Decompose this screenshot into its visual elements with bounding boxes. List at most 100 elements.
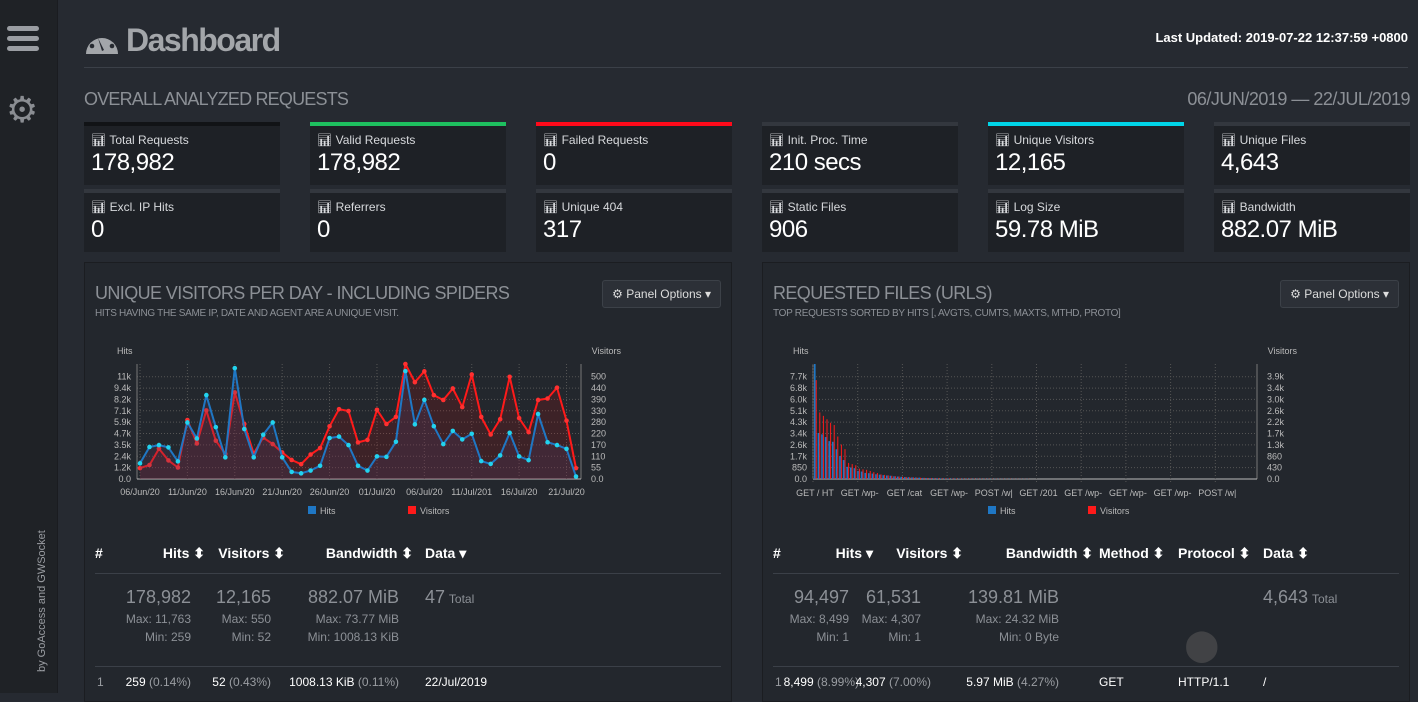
point-hits	[432, 424, 437, 429]
stat-card: 📊︎ Bandwidth882.07 MiB	[1214, 189, 1410, 252]
point-visitors	[432, 393, 437, 398]
hamburger-icon[interactable]	[7, 26, 39, 56]
stat-label: Unique Visitors	[1014, 133, 1094, 147]
title-text: Dashboard	[126, 22, 280, 59]
point-hits	[507, 431, 512, 436]
bar-hits	[893, 476, 895, 479]
panel-options-button[interactable]: ⚙ Panel Options ▾	[1280, 280, 1399, 308]
y-tick-label: 2.6k	[790, 440, 808, 450]
files-panel: REQUESTED FILES (URLS) TOP REQUESTS SORT…	[762, 262, 1410, 702]
stat-card: 📊︎ Init. Proc. Time210 secs	[762, 122, 958, 185]
y2-tick-label: 110	[591, 451, 605, 461]
total-value: 47	[425, 587, 445, 607]
stat-card: 📊︎ Referrers0	[310, 189, 506, 252]
cell-percent: (4.27%)	[1017, 675, 1059, 689]
divider	[773, 573, 1399, 574]
point-visitors	[488, 432, 493, 437]
divider	[773, 666, 1399, 667]
column-header[interactable]: Data ⬍	[1263, 545, 1323, 562]
bar-hits	[839, 456, 841, 479]
column-header[interactable]: #	[95, 545, 115, 561]
summary-hits: 178,982Max: 11,763Min: 259	[126, 587, 191, 644]
point-visitors	[308, 452, 313, 457]
column-header[interactable]: Method ⬍	[1099, 545, 1169, 562]
bar-hits	[911, 477, 913, 479]
y-tick-label: 0.0	[118, 474, 131, 484]
column-header[interactable]: #	[773, 545, 793, 561]
point-hits	[441, 442, 446, 447]
bar-visitors	[917, 478, 918, 479]
point-hits	[251, 455, 256, 460]
x-tick-label: GET /wp-	[930, 488, 968, 498]
legend-swatch	[408, 506, 416, 514]
panel-options-button[interactable]: ⚙ Panel Options ▾	[602, 280, 721, 308]
bar-hits	[944, 478, 946, 479]
stat-label: Referrers	[336, 200, 386, 214]
summary-value: 139.81 MiB	[968, 587, 1059, 608]
column-header[interactable]: Bandwidth ⬍	[295, 545, 413, 562]
point-hits	[289, 470, 294, 475]
y-tick-label: 11k	[117, 372, 131, 382]
bar-chart-icon: 📊︎	[769, 200, 784, 214]
column-header[interactable]: Hits ⬍	[135, 545, 205, 562]
y2-tick-label: 390	[591, 394, 606, 404]
bar-visitors	[909, 477, 910, 479]
point-visitors	[413, 380, 418, 385]
summary-bw: 139.81 MiBMax: 24.32 MiBMin: 0 Byte	[968, 587, 1059, 644]
bar-hits	[875, 474, 877, 479]
bar-visitors	[902, 477, 903, 479]
column-header[interactable]: Data ▾	[425, 545, 485, 562]
stat-label: Bandwidth	[1240, 200, 1296, 214]
header-label: Bandwidth	[1006, 545, 1078, 561]
bar-hits	[918, 478, 920, 479]
bar-hits	[915, 478, 917, 479]
stat-label: Init. Proc. Time	[788, 133, 868, 147]
bar-visitors	[924, 478, 925, 479]
column-header[interactable]: Bandwidth ⬍	[973, 545, 1093, 562]
point-hits	[214, 425, 219, 430]
bar-hits	[836, 449, 838, 479]
bar-visitors	[863, 469, 864, 479]
sort-icon: ⬍	[1239, 545, 1251, 561]
divider	[95, 666, 721, 667]
bar-chart-icon: 📊︎	[769, 133, 784, 147]
point-visitors	[403, 362, 408, 367]
column-header[interactable]: Protocol ⬍	[1178, 545, 1258, 562]
panel-title: UNIQUE VISITORS PER DAY - INCLUDING SPID…	[95, 283, 509, 304]
bar-visitors	[855, 465, 856, 479]
cell-n: 1	[775, 675, 782, 689]
y2-tick-label: 0.0	[1267, 474, 1280, 484]
bar-hits	[897, 477, 899, 479]
files-chart: HitsVisitors0.00.08504301.7k8602.6k1.3k3…	[770, 340, 1390, 520]
sort-icon: ⬍	[1297, 545, 1309, 561]
point-hits	[327, 436, 332, 441]
column-header[interactable]: Visitors ⬍	[893, 545, 963, 562]
bar-visitors	[891, 476, 892, 479]
point-visitors	[469, 372, 474, 377]
point-visitors	[564, 418, 569, 423]
x-tick-label: GET / HT	[796, 488, 834, 498]
y2-tick-label: 280	[591, 417, 606, 427]
column-header[interactable]: Hits ▾	[803, 545, 873, 562]
bar-chart-icon: 📊︎	[995, 200, 1010, 214]
bar-visitors	[920, 478, 921, 479]
bar-visitors	[848, 463, 849, 479]
point-visitors	[460, 405, 465, 410]
dashboard-gauge-icon	[84, 26, 120, 56]
column-header[interactable]: Visitors ⬍	[210, 545, 285, 562]
cell-value: 1	[775, 675, 782, 689]
x-tick-label: GET /wp-	[1064, 488, 1102, 498]
x-tick-label: 11/Jul/201	[451, 487, 492, 497]
panel-subtitle: HITS HAVING THE SAME IP, DATE AND AGENT …	[95, 308, 399, 319]
gear-icon[interactable]: ⚙	[6, 92, 38, 128]
bar-visitors	[956, 478, 957, 479]
cell-n: 1	[97, 675, 104, 689]
point-hits	[450, 429, 455, 434]
cell-percent: (0.11%)	[358, 675, 399, 689]
stat-label: Log Size	[1014, 200, 1061, 214]
stat-card: 📊︎ Log Size59.78 MiB	[988, 189, 1184, 252]
bar-hits	[864, 473, 866, 479]
bar-visitors	[938, 478, 939, 479]
bar-visitors	[866, 470, 867, 479]
bar-hits	[900, 477, 902, 479]
